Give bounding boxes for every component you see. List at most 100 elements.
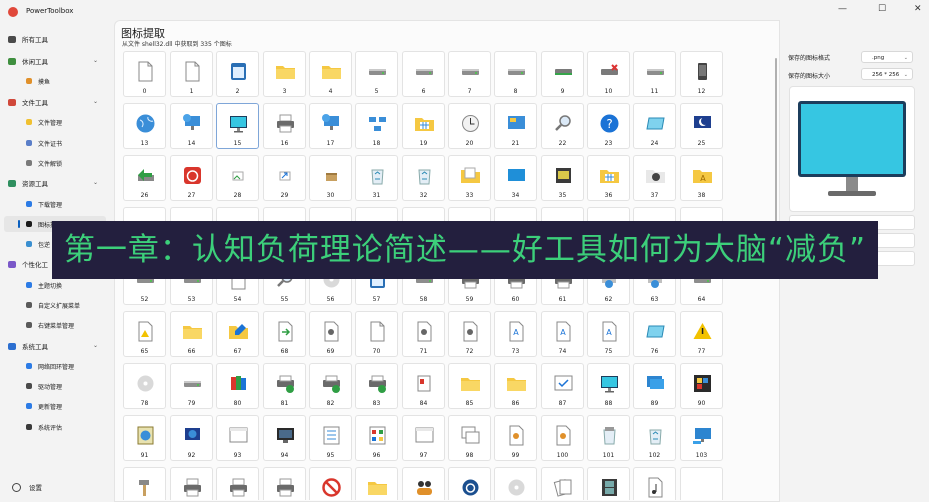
icon-tile[interactable]: 90 xyxy=(680,363,723,409)
icon-tile[interactable]: 71 xyxy=(402,311,445,357)
icon-tile[interactable]: 26 xyxy=(123,155,166,201)
sidebar-item[interactable]: 文件工具 ⌄ xyxy=(4,94,106,110)
sidebar-item[interactable]: 摸鱼 xyxy=(4,73,106,89)
icon-tile[interactable]: 79 xyxy=(170,363,213,409)
icon-tile[interactable]: 35 xyxy=(541,155,584,201)
icon-tile[interactable]: A 74 xyxy=(541,311,584,357)
icon-tile[interactable]: 88 xyxy=(587,363,630,409)
icon-tile[interactable]: 8 xyxy=(494,51,537,97)
icon-tile[interactable]: A 73 xyxy=(494,311,537,357)
sidebar-item[interactable]: 更新管理 xyxy=(4,398,106,414)
size-select[interactable]: 256 * 256 ⌄ xyxy=(861,68,913,80)
icon-tile[interactable]: 4 xyxy=(309,51,352,97)
icon-tile[interactable]: A 75 xyxy=(587,311,630,357)
scrollbar-thumb[interactable] xyxy=(775,58,777,248)
icon-tile[interactable] xyxy=(309,467,352,500)
icon-tile[interactable]: 19 xyxy=(402,103,445,149)
icon-tile[interactable] xyxy=(170,467,213,500)
icon-tile[interactable]: 0 xyxy=(123,51,166,97)
icon-tile[interactable]: 95 xyxy=(309,415,352,461)
settings-nav-item[interactable]: 设置 xyxy=(8,482,42,492)
icon-tile[interactable]: 25 xyxy=(680,103,723,149)
icon-tile[interactable]: 92 xyxy=(170,415,213,461)
icon-tile[interactable]: 29 xyxy=(263,155,306,201)
sidebar-item[interactable]: 右键菜单管理 xyxy=(4,317,106,333)
icon-tile[interactable]: 32 xyxy=(402,155,445,201)
icon-tile[interactable]: ? 23 xyxy=(587,103,630,149)
icon-tile[interactable] xyxy=(355,467,398,500)
icon-tile[interactable]: 78 xyxy=(123,363,166,409)
icon-tile[interactable]: 15 xyxy=(216,103,259,149)
sidebar-item[interactable]: 系统评估 xyxy=(4,419,106,435)
icon-tile[interactable]: 82 xyxy=(309,363,352,409)
icon-tile[interactable] xyxy=(541,467,584,500)
icon-tile[interactable]: 65 xyxy=(123,311,166,357)
icon-tile[interactable]: 99 xyxy=(494,415,537,461)
icon-tile[interactable] xyxy=(494,467,537,500)
icon-tile[interactable] xyxy=(680,467,723,500)
icon-tile[interactable]: A 38 xyxy=(680,155,723,201)
icon-tile[interactable]: 37 xyxy=(633,155,676,201)
icon-tile[interactable]: 22 xyxy=(541,103,584,149)
icon-tile[interactable]: 96 xyxy=(355,415,398,461)
icon-tile[interactable] xyxy=(216,467,259,500)
icon-tile[interactable]: 98 xyxy=(448,415,491,461)
icon-tile[interactable]: 66 xyxy=(170,311,213,357)
icon-tile[interactable]: 68 xyxy=(263,311,306,357)
icon-tile[interactable]: 85 xyxy=(448,363,491,409)
icon-tile[interactable]: 16 xyxy=(263,103,306,149)
icon-tile[interactable]: 89 xyxy=(633,363,676,409)
icon-tile[interactable]: 81 xyxy=(263,363,306,409)
sidebar-item[interactable]: 休闲工具 ⌄ xyxy=(4,53,106,69)
icon-tile[interactable] xyxy=(587,467,630,500)
icon-tile[interactable]: 77 xyxy=(680,311,723,357)
icon-tile[interactable]: 17 xyxy=(309,103,352,149)
icon-tile[interactable]: 70 xyxy=(355,311,398,357)
icon-tile[interactable]: 24 xyxy=(633,103,676,149)
icon-tile[interactable]: 86 xyxy=(494,363,537,409)
icon-tile[interactable]: 93 xyxy=(216,415,259,461)
icon-tile[interactable]: 21 xyxy=(494,103,537,149)
icon-tile[interactable]: 1 xyxy=(170,51,213,97)
icon-tile[interactable]: 7 xyxy=(448,51,491,97)
sidebar-item[interactable]: 主题切换 xyxy=(4,277,106,293)
icon-tile[interactable]: 83 xyxy=(355,363,398,409)
sidebar-item[interactable]: 系统工具 ⌄ xyxy=(4,338,106,354)
icon-tile[interactable]: 97 xyxy=(402,415,445,461)
icon-tile[interactable]: 9 xyxy=(541,51,584,97)
sidebar-item[interactable]: 自定义扩展菜单 xyxy=(4,297,106,313)
sidebar-item[interactable]: 网络回环管理 xyxy=(4,358,106,374)
icon-tile[interactable]: 84 xyxy=(402,363,445,409)
icon-tile[interactable]: 3 xyxy=(263,51,306,97)
sidebar-item[interactable]: 文件解锁 xyxy=(4,155,106,171)
icon-tile[interactable]: 5 xyxy=(355,51,398,97)
icon-tile[interactable]: 20 xyxy=(448,103,491,149)
icon-tile[interactable]: 27 xyxy=(170,155,213,201)
icon-tile[interactable]: 33 xyxy=(448,155,491,201)
icon-tile[interactable]: 100 xyxy=(541,415,584,461)
icon-tile[interactable] xyxy=(123,467,166,500)
icon-tile[interactable] xyxy=(448,467,491,500)
close-button[interactable]: ✕ xyxy=(914,4,922,14)
sidebar-item[interactable]: 所有工具 xyxy=(4,31,106,47)
icon-tile[interactable]: 67 xyxy=(216,311,259,357)
icon-tile[interactable]: 36 xyxy=(587,155,630,201)
icon-tile[interactable]: 30 xyxy=(309,155,352,201)
icon-tile[interactable] xyxy=(633,467,676,500)
icon-tile[interactable]: 103 xyxy=(680,415,723,461)
sidebar-item[interactable]: 下载管理 xyxy=(4,196,106,212)
icon-tile[interactable]: 14 xyxy=(170,103,213,149)
icon-tile[interactable]: 102 xyxy=(633,415,676,461)
icon-tile[interactable]: 72 xyxy=(448,311,491,357)
icon-tile[interactable] xyxy=(263,467,306,500)
icon-tile[interactable]: 18 xyxy=(355,103,398,149)
icon-tile[interactable]: 34 xyxy=(494,155,537,201)
icon-tile[interactable]: 28 xyxy=(216,155,259,201)
icon-tile[interactable]: 87 xyxy=(541,363,584,409)
sidebar-item[interactable]: 驱动管理 xyxy=(4,378,106,394)
icon-tile[interactable]: 10 xyxy=(587,51,630,97)
icon-tile[interactable]: 91 xyxy=(123,415,166,461)
icon-tile[interactable]: 13 xyxy=(123,103,166,149)
format-select[interactable]: .png ⌄ xyxy=(861,51,913,63)
icon-tile[interactable]: 6 xyxy=(402,51,445,97)
